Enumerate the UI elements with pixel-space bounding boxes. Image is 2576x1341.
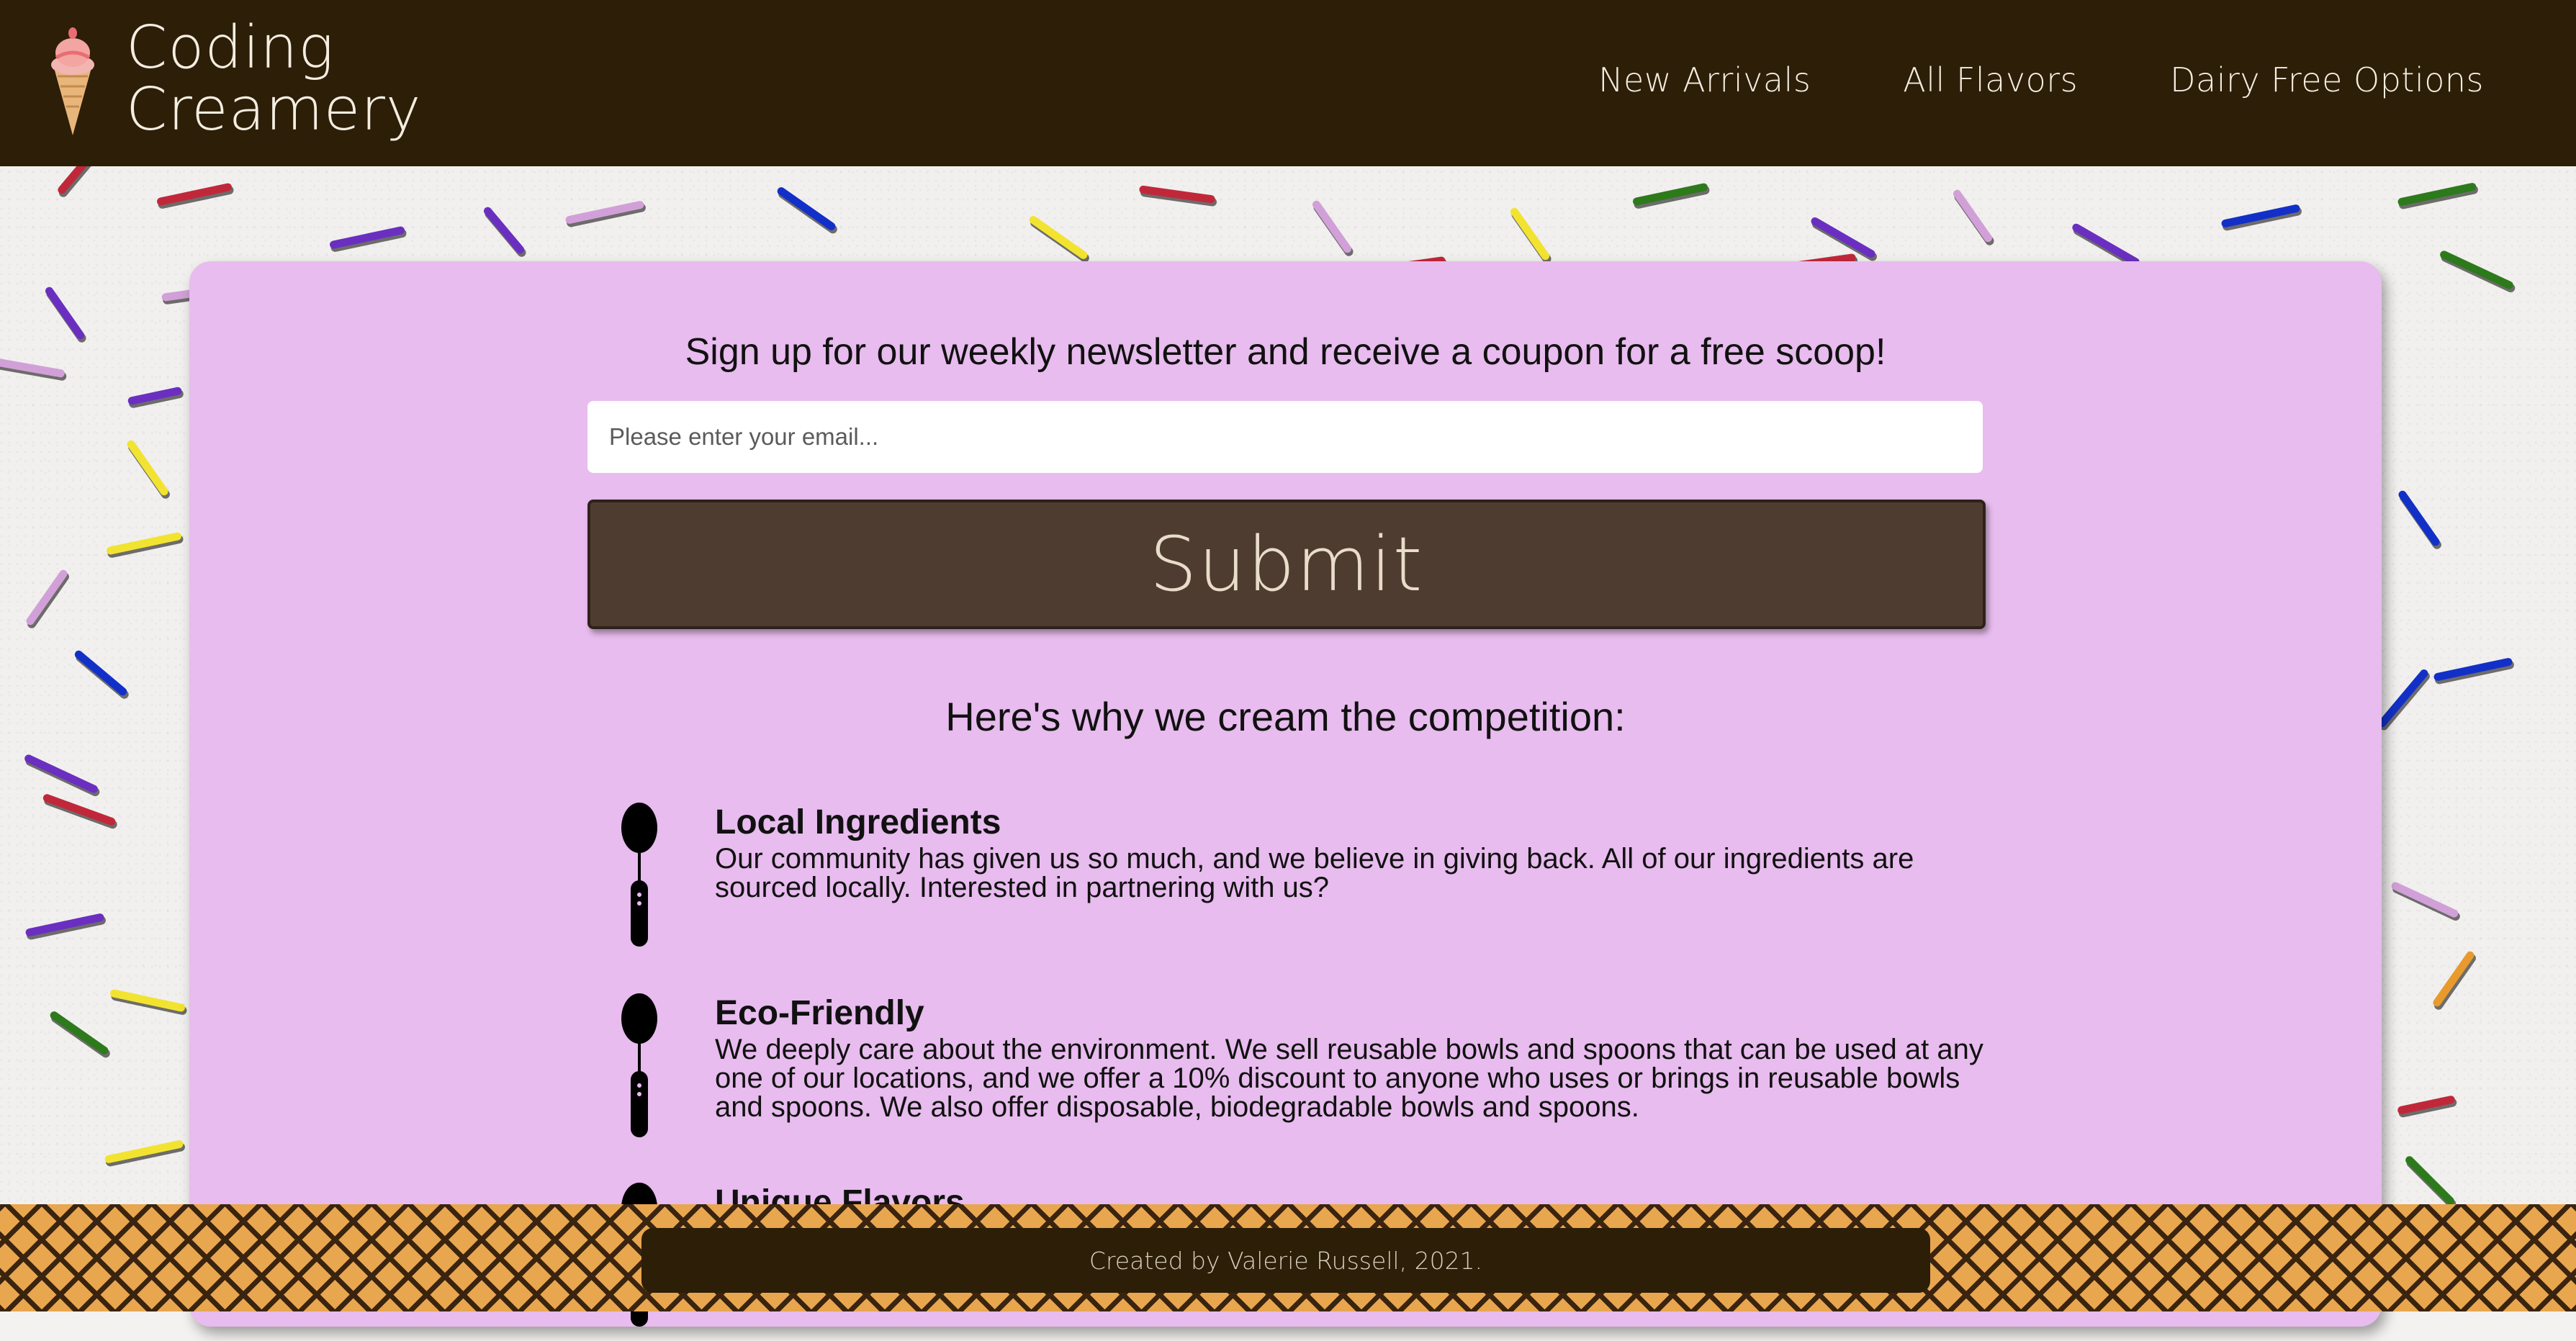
sprinkle (2433, 951, 2474, 1007)
sprinkle (2072, 223, 2140, 266)
nav-new-arrivals[interactable]: New Arrivals (1598, 60, 1811, 99)
nav-all-flavors[interactable]: All Flavors (1903, 60, 2078, 99)
sprinkle (1029, 216, 1088, 259)
sprinkle (2391, 882, 2459, 918)
sprinkle (1953, 189, 1993, 243)
main-panel: Sign up for our weekly newsletter and re… (189, 261, 2382, 1327)
sprinkle (24, 754, 98, 793)
feature-title: Local Ingredients (715, 803, 1001, 841)
email-input[interactable] (587, 401, 1983, 473)
sprinkle (50, 1011, 109, 1055)
sprinkle (1312, 200, 1352, 253)
newsletter-heading: Sign up for our weekly newsletter and re… (685, 331, 1886, 373)
feature-title: Eco-Friendly (715, 994, 924, 1032)
brand-line-1: Coding (126, 14, 335, 82)
sprinkle (484, 207, 524, 254)
footer-credit: Created by Valerie Russell, 2021. (641, 1228, 1930, 1293)
feature-item: Local Ingredients Our community has give… (618, 803, 2202, 961)
spoon-icon (621, 803, 657, 947)
sprinkle (127, 440, 168, 496)
sprinkle (2405, 1156, 2454, 1205)
sprinkle (42, 794, 116, 826)
feature-item: Eco-Friendly We deeply care about the en… (618, 993, 2202, 1152)
feature-text: Our community has given us so much, and … (715, 843, 1914, 903)
sprinkle (0, 358, 65, 378)
sprinkle (777, 187, 836, 230)
why-heading: Here's why we cream the competition: (945, 694, 1626, 739)
feature-text: We deeply care about the environment. We… (715, 1034, 1983, 1123)
sprinkle (1510, 207, 1550, 261)
sprinkle (2440, 250, 2513, 289)
sprinkle (2378, 669, 2428, 727)
submit-button[interactable]: Submit (587, 500, 1986, 629)
spoon-icon (621, 993, 657, 1137)
sprinkle (26, 569, 68, 626)
ice-cream-cone-icon[interactable] (48, 20, 98, 135)
sprinkle (74, 650, 127, 696)
sprinkle (2398, 490, 2440, 546)
waffle-footer: Created by Valerie Russell, 2021. (0, 1204, 2576, 1311)
nav-dairy-free-options[interactable]: Dairy Free Options (2170, 60, 2484, 99)
main-nav: New Arrivals All Flavors Dairy Free Opti… (1598, 60, 2484, 99)
site-header: Coding Creamery New Arrivals All Flavors… (0, 0, 2576, 166)
brand-logo-text[interactable]: Coding Creamery (126, 17, 421, 141)
brand-line-2: Creamery (126, 76, 422, 144)
sprinkle (45, 286, 85, 340)
sprinkle (1811, 217, 1875, 258)
